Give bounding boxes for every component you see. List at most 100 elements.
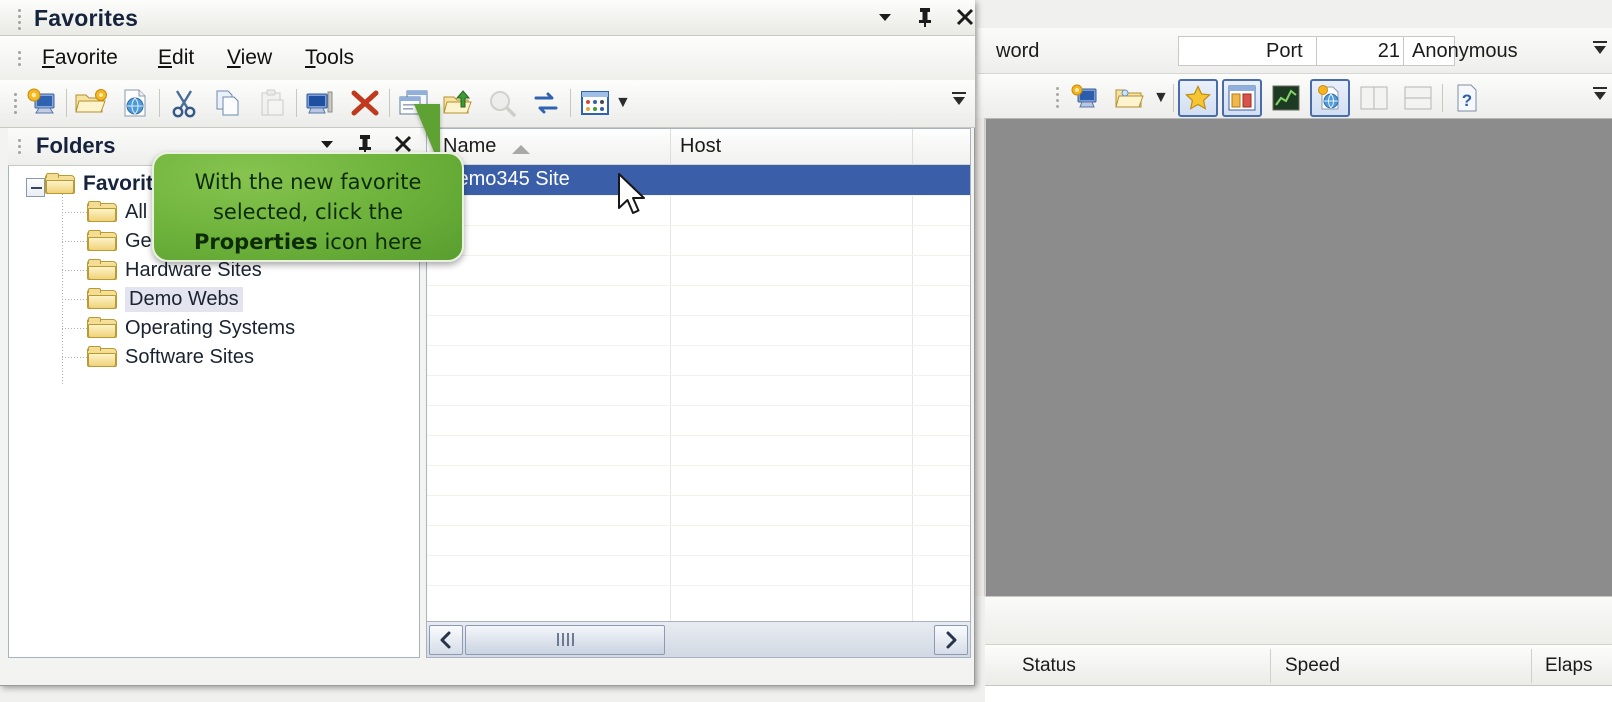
callout-line-1: With the new favorite	[194, 170, 422, 194]
toolbar-layout-icon[interactable]	[1221, 79, 1262, 117]
import-icon[interactable]	[438, 84, 478, 122]
scroll-right-button[interactable]	[934, 624, 968, 655]
folders-panel-grip[interactable]	[18, 136, 22, 157]
toolbar-grip[interactable]	[14, 90, 18, 117]
toolbar-grip[interactable]	[1056, 84, 1061, 112]
copy-icon[interactable]	[208, 84, 248, 122]
help-icon[interactable]: ?	[1447, 79, 1487, 117]
favorites-menubar: Favorite Edit View Tools	[0, 36, 975, 82]
port-value: 21	[1377, 40, 1400, 62]
new-folder-icon[interactable]	[71, 84, 111, 122]
favorites-list-view[interactable]: Name Host Demo345 Site	[426, 128, 971, 622]
web-page-icon[interactable]	[1309, 79, 1350, 117]
menu-edit-rest: dit	[172, 46, 195, 69]
mouse-cursor	[616, 172, 650, 225]
log-graph-icon[interactable]	[1266, 79, 1306, 117]
tree-node-demo-webs[interactable]: Demo Webs	[87, 285, 243, 313]
menu-favorite-rest: avorite	[54, 46, 118, 69]
chevron-down-icon[interactable]	[872, 4, 898, 30]
tree-node-label: Demo Webs	[125, 286, 243, 312]
folder-icon	[45, 173, 75, 195]
split-columns-icon[interactable]	[1354, 79, 1394, 117]
callout-emphasis: Properties	[193, 230, 318, 254]
menu-item-view[interactable]: View	[227, 46, 272, 70]
login-type-value: Anonymous	[1412, 40, 1518, 62]
folder-icon	[87, 259, 117, 281]
cut-icon[interactable]	[164, 84, 204, 122]
tree-node-label: Software Sites	[125, 345, 254, 368]
tree-node-software-sites[interactable]: Software Sites	[87, 343, 254, 371]
callout-line-2: selected, click the	[212, 200, 404, 224]
favorites-titlebar-grip[interactable]	[18, 6, 22, 33]
views-dropdown-arrow[interactable]: ▼	[615, 94, 631, 112]
folder-icon	[87, 288, 117, 310]
menu-view-rest: iew	[240, 46, 273, 69]
open-folder-icon[interactable]	[1109, 79, 1149, 117]
refresh-icon[interactable]	[526, 84, 566, 122]
favorites-window-title: Favorites	[34, 5, 139, 31]
folder-icon	[87, 346, 117, 368]
port-field-label: Port	[1266, 40, 1303, 62]
queue-col-speed[interactable]: Speed	[1285, 655, 1340, 677]
scroll-left-button[interactable]	[429, 624, 463, 655]
svg-text:?: ?	[1462, 91, 1472, 110]
menu-view-mnemonic: V	[227, 46, 241, 69]
panel-divider-scroll[interactable]	[975, 118, 985, 596]
screen: word Port 21 Anonymous ▼ ? Status Speed …	[0, 0, 1612, 702]
folders-panel-title: Folders	[36, 133, 116, 158]
queue-col-elapsed[interactable]: Elaps	[1545, 655, 1593, 677]
pin-icon[interactable]	[912, 4, 938, 30]
tree-node-operating-systems[interactable]: Operating Systems	[87, 314, 295, 342]
password-field-label: word	[996, 40, 1040, 62]
favorites-star-icon[interactable]	[1177, 79, 1218, 117]
delete-icon[interactable]	[345, 84, 385, 122]
toolbar-separator-3	[296, 89, 297, 117]
toolbar-separator-2	[1441, 84, 1443, 112]
toolbar-separator	[1172, 84, 1174, 112]
scrollbar-thumb[interactable]	[465, 624, 665, 655]
tree-node-label: Operating Systems	[125, 316, 296, 339]
mdi-workspace	[985, 118, 1612, 596]
search-icon[interactable]	[482, 84, 522, 122]
favorites-toolbar-overflow-chevron[interactable]	[949, 89, 969, 115]
scrollbar-grip	[556, 633, 574, 646]
sitebar-overflow-chevron[interactable]	[1590, 38, 1610, 64]
list-rows: Demo345 Site	[427, 165, 970, 621]
open-folder-dropdown-arrow[interactable]: ▼	[1153, 89, 1169, 107]
queue-list	[985, 686, 1612, 702]
queue-column-header: Status Speed Elaps	[985, 644, 1612, 686]
menubar-grip[interactable]	[18, 48, 22, 69]
menu-item-tools[interactable]: Tools	[305, 46, 354, 70]
new-site-icon[interactable]	[22, 84, 62, 122]
main-toolbar: ▼ ?	[978, 74, 1612, 122]
paste-icon[interactable]	[252, 84, 292, 122]
queue-col-status[interactable]: Status	[1022, 655, 1076, 677]
folder-icon	[87, 201, 117, 223]
list-horizontal-scrollbar[interactable]	[426, 622, 971, 658]
toolbar-separator-2	[159, 89, 160, 117]
menu-tools-mnemonic: T	[305, 46, 316, 69]
menu-favorite-mnemonic: F	[42, 46, 55, 69]
table-row[interactable]: Demo345 Site	[427, 165, 970, 195]
site-connection-bar: word Port 21 Anonymous	[978, 28, 1612, 74]
toolbar-separator-1	[66, 89, 67, 117]
favorites-titlebar: Favorites	[0, 0, 975, 36]
menu-edit-mnemonic: E	[158, 46, 173, 69]
queue-toolbar: 0	[985, 596, 1612, 644]
menu-item-favorite[interactable]: Favorite	[42, 46, 118, 70]
folder-icon	[87, 317, 117, 339]
toolbar-separator-4	[389, 89, 390, 117]
views-icon[interactable]	[575, 84, 615, 122]
list-col-host[interactable]: Host	[680, 135, 721, 158]
rename-icon[interactable]	[301, 84, 341, 122]
menu-item-edit[interactable]: Edit	[158, 46, 194, 70]
close-icon[interactable]	[952, 4, 978, 30]
new-web-page-icon[interactable]	[115, 84, 155, 122]
tree-expander-collapse-icon[interactable]	[26, 178, 45, 197]
split-rows-icon[interactable]	[1398, 79, 1438, 117]
callout-line-3-rest: icon here	[317, 230, 422, 254]
new-site-icon[interactable]	[1065, 79, 1105, 117]
favorites-window: Favorites Favorite Edit View Tools ▼ Fol…	[0, 0, 975, 686]
toolbar-overflow-chevron[interactable]	[1590, 84, 1610, 110]
sort-ascending-icon	[512, 145, 530, 154]
